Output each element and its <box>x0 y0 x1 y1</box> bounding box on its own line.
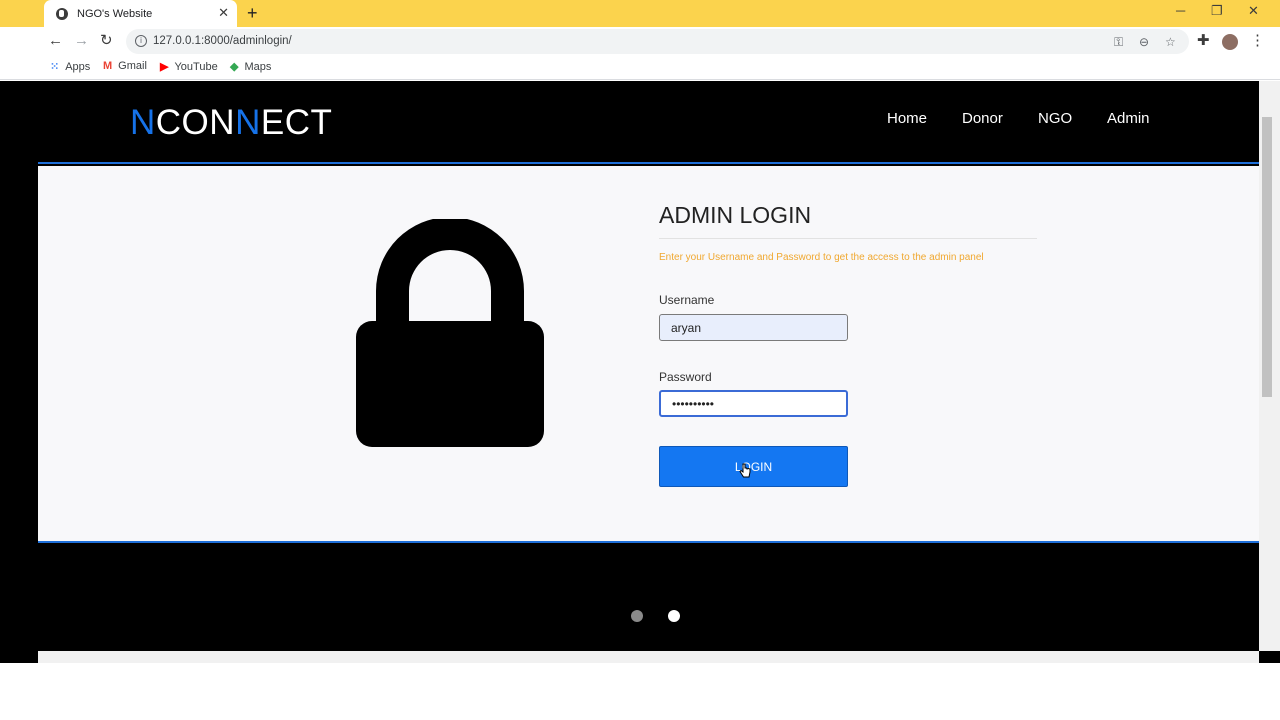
login-description: Enter your Username and Password to get … <box>659 252 984 263</box>
scrollbar-thumb[interactable] <box>1262 117 1272 397</box>
tab-title: NGO's Website <box>77 7 153 20</box>
bookmark-gmail[interactable]: M Gmail <box>103 60 147 72</box>
back-arrow-icon[interactable]: ← <box>48 32 63 50</box>
browser-tab-strip: NGO's Website ✕ + ─ ❐ ✕ <box>0 0 1280 27</box>
key-icon[interactable]: ⚿ <box>1114 35 1123 50</box>
window-close-icon[interactable]: ✕ <box>1248 3 1259 19</box>
browser-tab[interactable]: NGO's Website ✕ <box>44 0 237 27</box>
vertical-scrollbar[interactable] <box>1259 81 1280 651</box>
bookmarks-bar: ⁙ Apps M Gmail ▶ YouTube ◆ Maps <box>0 56 1280 80</box>
nav-ngo[interactable]: NGO <box>1038 110 1072 127</box>
login-button[interactable]: LOGIN <box>659 446 848 487</box>
youtube-icon: ▶ <box>160 61 169 73</box>
site-logo[interactable]: NCONNECT <box>130 103 332 143</box>
globe-icon <box>56 7 68 20</box>
bookmark-label: YouTube <box>174 60 218 73</box>
password-label: Password <box>659 370 712 384</box>
profile-avatar[interactable] <box>1222 34 1238 50</box>
apps-grid-icon: ⁙ <box>50 61 60 73</box>
horizontal-scrollbar[interactable] <box>38 651 1259 663</box>
browser-toolbar: ← → ↻ i 127.0.0.1:8000/adminlogin/ ⚿ ⊖ ☆… <box>0 27 1280 56</box>
login-panel: ADMIN LOGIN Enter your Username and Pass… <box>38 166 1259 543</box>
reload-icon[interactable]: ↻ <box>100 32 113 50</box>
site-info-icon[interactable]: i <box>135 35 147 47</box>
hand-cursor-icon <box>739 463 751 478</box>
bookmark-maps[interactable]: ◆ Maps <box>230 60 272 74</box>
bookmark-label: Maps <box>244 60 272 73</box>
close-tab-icon[interactable]: ✕ <box>218 5 229 21</box>
bookmark-youtube[interactable]: ▶ YouTube <box>160 60 218 74</box>
menu-kebab-icon[interactable]: ⋮ <box>1250 32 1265 50</box>
extensions-puzzle-icon[interactable]: ✚ <box>1197 32 1210 50</box>
zoom-icon[interactable]: ⊖ <box>1139 35 1149 49</box>
restore-icon[interactable]: ❐ <box>1211 3 1223 19</box>
username-label: Username <box>659 293 715 307</box>
page-viewport: NCONNECT Home Donor NGO Admin ADMIN LOGI… <box>0 81 1280 663</box>
forward-arrow-icon[interactable]: → <box>74 32 89 50</box>
divider <box>659 238 1037 239</box>
login-title: ADMIN LOGIN <box>659 202 812 228</box>
logo-letters: ECT <box>260 103 333 142</box>
nav-admin[interactable]: Admin <box>1107 110 1150 127</box>
nav-donor[interactable]: Donor <box>962 110 1003 127</box>
maps-icon: ◆ <box>230 61 239 73</box>
desktop-background <box>0 663 1280 720</box>
logo-letters: CON <box>155 103 236 142</box>
logo-letter: N <box>130 103 156 142</box>
url-text: 127.0.0.1:8000/adminlogin/ <box>153 35 292 47</box>
gmail-icon: M <box>103 60 113 72</box>
nav-home[interactable]: Home <box>887 110 927 127</box>
lock-icon <box>356 219 544 447</box>
password-input[interactable] <box>659 390 848 417</box>
minimize-icon[interactable]: ─ <box>1176 3 1185 18</box>
carousel-indicator-1[interactable] <box>631 610 643 622</box>
bookmark-star-icon[interactable]: ☆ <box>1165 35 1176 49</box>
bookmark-label: Apps <box>65 60 91 73</box>
address-bar[interactable]: i 127.0.0.1:8000/adminlogin/ ⚿ ⊖ ☆ <box>126 29 1189 54</box>
new-tab-button[interactable]: + <box>247 4 258 22</box>
bookmark-apps[interactable]: ⁙ Apps <box>50 60 91 74</box>
bookmark-label: Gmail <box>118 60 147 72</box>
carousel-indicator-2[interactable] <box>668 610 680 622</box>
username-input[interactable] <box>659 314 848 341</box>
logo-letter: N <box>235 103 261 142</box>
site-header: NCONNECT Home Donor NGO Admin <box>38 83 1259 164</box>
